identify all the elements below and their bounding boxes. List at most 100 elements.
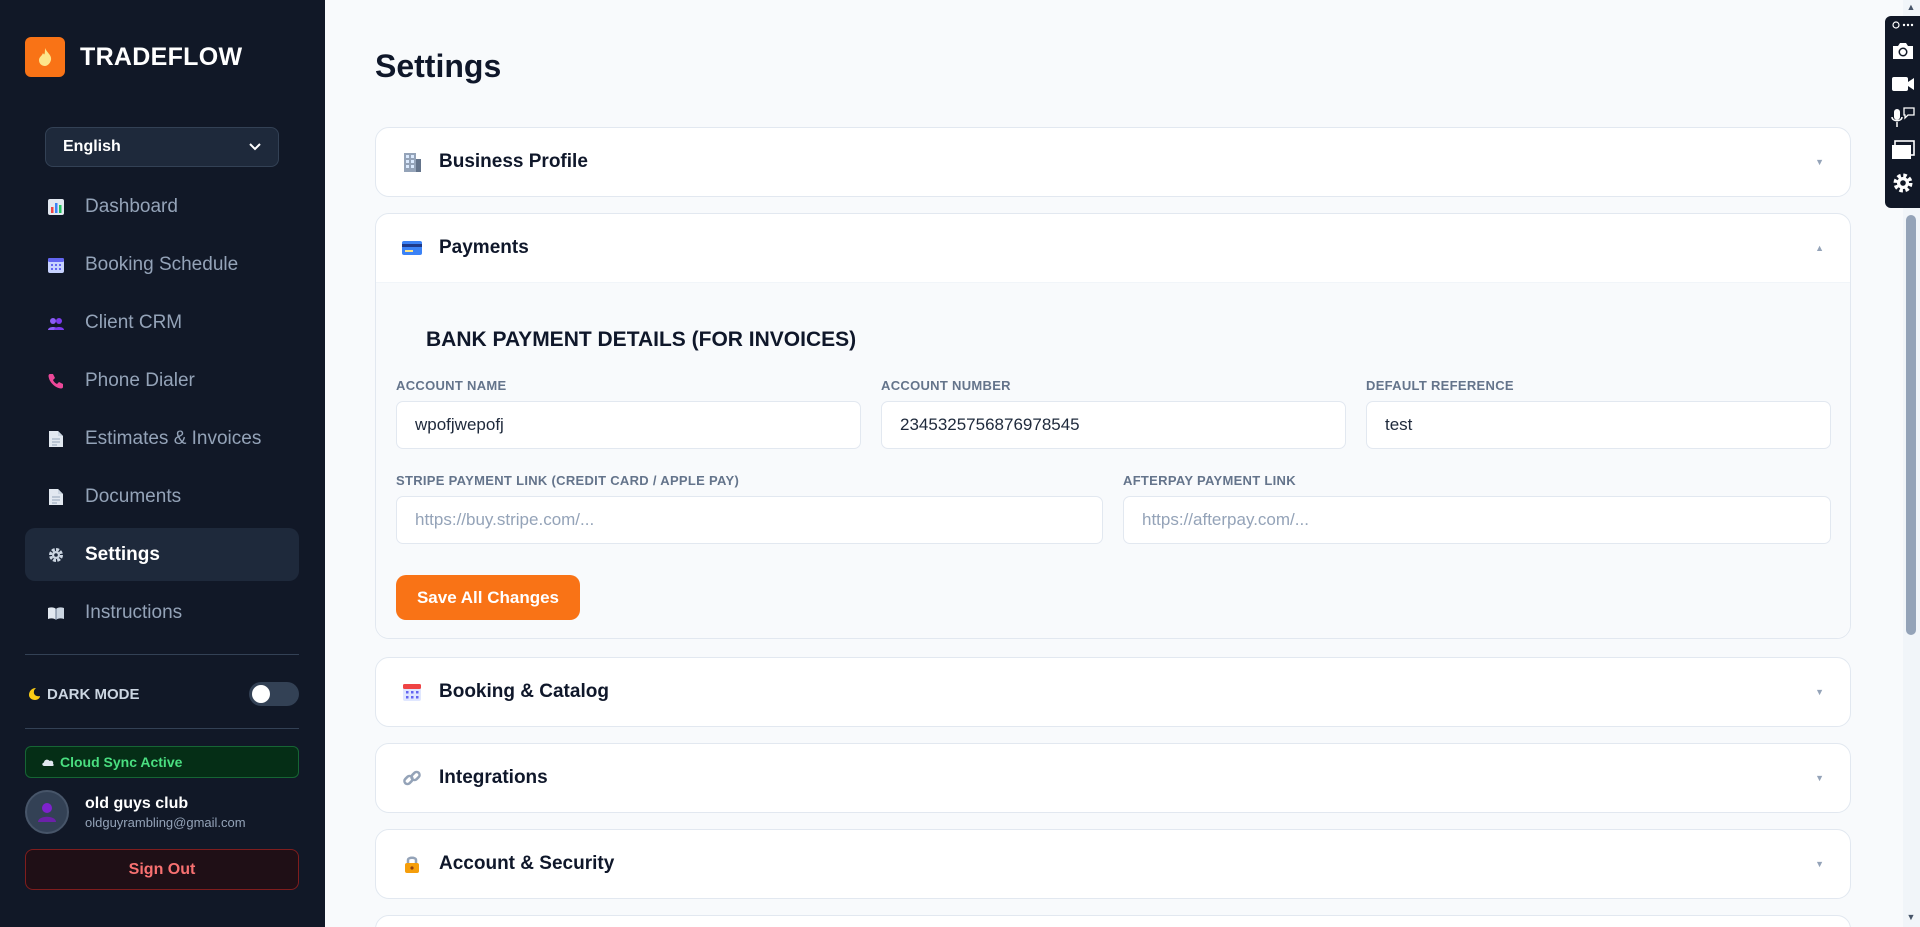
- section-header[interactable]: Payments ▲: [376, 214, 1850, 282]
- payments-panel: BANK PAYMENT DETAILS (FOR INVOICES) ACCO…: [376, 282, 1850, 638]
- chevron-down-icon: ▼: [1815, 687, 1824, 697]
- afterpay-link-input[interactable]: https://afterpay.com/...: [1123, 496, 1831, 544]
- sidebar-item-label: Booking Schedule: [85, 253, 239, 275]
- section-title: Booking & Catalog: [439, 681, 609, 702]
- section-business-profile: Business Profile ▼: [375, 127, 1851, 197]
- toggle-knob: [252, 685, 270, 703]
- chevron-down-icon: ▼: [1815, 157, 1824, 167]
- page-title: Settings: [375, 48, 502, 84]
- account-name-input[interactable]: wpofjwepofj: [396, 401, 861, 449]
- camera-icon[interactable]: [1889, 37, 1917, 65]
- section-header[interactable]: Account & Security ▼: [376, 830, 1850, 898]
- sidebar-item-settings[interactable]: Settings: [25, 528, 299, 581]
- section-partial: [375, 915, 1851, 927]
- sidebar-item-label: Settings: [85, 543, 160, 565]
- account-name-field: ACCOUNT NAME wpofjwepofj: [396, 378, 861, 449]
- sidebar-nav: Dashboard Booking Schedule Client CRM Ph…: [25, 180, 299, 644]
- sidebar-item-label: Client CRM: [85, 311, 183, 333]
- cloud-sync-label: Cloud Sync Active: [60, 754, 183, 770]
- window-capture-icon[interactable]: [1889, 136, 1917, 164]
- lock-icon: [401, 853, 423, 875]
- sidebar-item-booking-schedule[interactable]: Booking Schedule: [25, 238, 299, 291]
- language-select[interactable]: English: [45, 127, 279, 167]
- sidebar-item-label: Dashboard: [85, 195, 178, 217]
- building-icon: [401, 151, 423, 173]
- document-icon: [47, 430, 65, 448]
- chevron-down-icon: ▼: [1815, 773, 1824, 783]
- cloud-icon: [41, 757, 55, 767]
- avatar: [25, 790, 69, 834]
- sidebar-item-dashboard[interactable]: Dashboard: [25, 180, 299, 233]
- sidebar-divider: [25, 728, 299, 729]
- sidebar-divider: [25, 654, 299, 655]
- calendar-icon: [401, 681, 423, 703]
- section-title: Integrations: [439, 767, 548, 788]
- section-integrations: Integrations ▼: [375, 743, 1851, 813]
- gear-icon: [47, 546, 65, 564]
- video-camera-icon[interactable]: [1889, 70, 1917, 98]
- sidebar-item-label: Phone Dialer: [85, 369, 195, 391]
- section-title: Payments: [439, 237, 529, 258]
- book-icon: [47, 604, 65, 622]
- chart-icon: [47, 198, 65, 216]
- field-label: DEFAULT REFERENCE: [1366, 378, 1514, 393]
- bank-details-heading: BANK PAYMENT DETAILS (FOR INVOICES): [426, 328, 857, 351]
- section-header[interactable]: Integrations ▼: [376, 744, 1850, 812]
- document-icon: [47, 488, 65, 506]
- user-email: oldguyrambling@gmail.com: [85, 814, 246, 830]
- language-selected: English: [63, 138, 121, 155]
- sidebar-item-estimates-invoices[interactable]: Estimates & Invoices: [25, 412, 299, 465]
- field-label: ACCOUNT NAME: [396, 378, 507, 393]
- field-label: ACCOUNT NUMBER: [881, 378, 1011, 393]
- flame-logo-icon: [25, 37, 65, 77]
- sidebar-item-documents[interactable]: Documents: [25, 470, 299, 523]
- field-label: STRIPE PAYMENT LINK (CREDIT CARD / APPLE…: [396, 473, 740, 488]
- section-header[interactable]: Booking & Catalog ▼: [376, 658, 1850, 726]
- dark-mode-label: DARK MODE: [47, 685, 140, 703]
- section-account-security: Account & Security ▼: [375, 829, 1851, 899]
- calendar-icon: [47, 256, 65, 274]
- stripe-link-input[interactable]: https://buy.stripe.com/...: [396, 496, 1103, 544]
- toolbar-menu-icon[interactable]: [1891, 20, 1914, 32]
- sidebar: TRADEFLOW English Dashboard Booking Sche…: [0, 0, 325, 927]
- chevron-up-icon: ▲: [1815, 243, 1824, 253]
- stripe-link-field: STRIPE PAYMENT LINK (CREDIT CARD / APPLE…: [396, 473, 1103, 544]
- link-icon: [401, 767, 423, 789]
- capture-toolbar: [1885, 16, 1920, 208]
- sidebar-item-label: Estimates & Invoices: [85, 427, 262, 449]
- chevron-down-icon: ▼: [1815, 859, 1824, 869]
- save-all-changes-button[interactable]: Save All Changes: [396, 575, 580, 620]
- account-number-field: ACCOUNT NUMBER 2345325756876978545: [881, 378, 1346, 449]
- field-label: AFTERPAY PAYMENT LINK: [1123, 473, 1296, 488]
- sidebar-item-client-crm[interactable]: Client CRM: [25, 296, 299, 349]
- users-icon: [47, 314, 65, 332]
- moon-icon: [27, 687, 41, 701]
- scroll-up-icon[interactable]: ▲: [1906, 2, 1916, 12]
- user-name: old guys club: [85, 794, 189, 812]
- sidebar-item-label: Instructions: [85, 601, 183, 623]
- section-payments: Payments ▲ BANK PAYMENT DETAILS (FOR INV…: [375, 213, 1851, 639]
- sign-out-button[interactable]: Sign Out: [25, 849, 299, 890]
- afterpay-link-field: AFTERPAY PAYMENT LINK https://afterpay.c…: [1123, 473, 1831, 544]
- section-header[interactable]: Business Profile ▼: [376, 128, 1850, 196]
- dark-mode-row: DARK MODE: [27, 682, 299, 706]
- dark-mode-toggle[interactable]: [249, 682, 299, 706]
- user-profile[interactable]: old guys club oldguyrambling@gmail.com: [25, 790, 246, 834]
- phone-icon: [47, 372, 65, 390]
- sidebar-item-instructions[interactable]: Instructions: [25, 586, 299, 639]
- cloud-sync-badge: Cloud Sync Active: [25, 746, 299, 778]
- sidebar-item-phone-dialer[interactable]: Phone Dialer: [25, 354, 299, 407]
- section-title: Business Profile: [439, 151, 588, 172]
- default-reference-field: DEFAULT REFERENCE test: [1366, 378, 1831, 449]
- microphone-comment-icon[interactable]: [1889, 103, 1917, 131]
- chevron-down-icon: [249, 138, 261, 156]
- scroll-down-icon[interactable]: ▼: [1906, 912, 1916, 922]
- app-name: TRADEFLOW: [80, 42, 243, 71]
- section-title: Account & Security: [439, 853, 615, 874]
- scrollbar-thumb[interactable]: [1906, 215, 1916, 635]
- credit-card-icon: [401, 237, 423, 259]
- default-reference-input[interactable]: test: [1366, 401, 1831, 449]
- gear-icon[interactable]: [1889, 169, 1917, 197]
- account-number-input[interactable]: 2345325756876978545: [881, 401, 1346, 449]
- brand[interactable]: TRADEFLOW: [25, 37, 242, 77]
